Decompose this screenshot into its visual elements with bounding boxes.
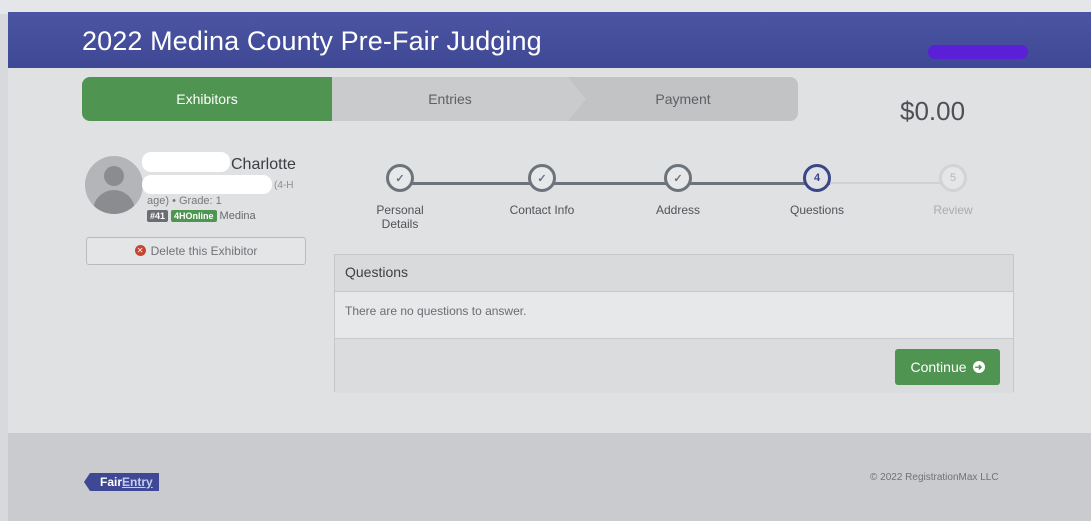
exhibitor-avatar <box>85 156 143 214</box>
copyright: © 2022 RegistrationMax LLC <box>870 472 999 483</box>
logo-fair-text: Fair <box>100 475 123 489</box>
wizard-step-contact-info[interactable]: ✓ Contact Info <box>502 164 582 217</box>
fairentry-logo[interactable]: FairEntry <box>84 473 159 491</box>
exhibitor-county: Medina <box>219 210 256 222</box>
arrow-right-circle-icon: ➜ <box>972 361 985 373</box>
wizard-step-number: 5 <box>939 164 967 192</box>
exhibitor-number-badge: #41 <box>147 210 169 222</box>
questions-panel-footer: Continue ➜ <box>335 339 1013 393</box>
redacted-last-name <box>142 152 230 172</box>
checkout-steps: Exhibitors Entries Payment <box>82 77 802 121</box>
exhibitor-grade: age) • Grade: 1 <box>147 195 222 207</box>
avatar-body <box>93 190 135 214</box>
wizard-step-label: Address <box>655 203 701 217</box>
check-icon: ✓ <box>386 164 414 192</box>
wizard-step-review: 5 Review <box>913 164 993 217</box>
delete-exhibitor-button[interactable]: ✕ Delete this Exhibitor <box>86 237 306 265</box>
source-badge: 4HOnline <box>171 210 217 222</box>
wizard-step-number: 4 <box>803 164 831 192</box>
wizard-step-label: Review <box>933 203 973 217</box>
wizard-progress-line <box>398 182 830 185</box>
delete-exhibitor-label: Delete this Exhibitor <box>150 244 258 258</box>
header: 2022 Medina County Pre-Fair Judging <box>8 12 1091 68</box>
page-title: 2022 Medina County Pre-Fair Judging <box>82 26 542 56</box>
exhibitor-age-hint: (4-H <box>274 180 294 191</box>
questions-panel-title: Questions <box>335 255 1013 292</box>
cart-total: $0.00 <box>900 96 966 126</box>
registration-wizard: ✓ Personal Details ✓ Contact Info ✓ Addr… <box>360 164 1000 231</box>
remove-circle-icon: ✕ <box>134 245 146 256</box>
check-icon: ✓ <box>528 164 556 192</box>
redacted-age <box>142 175 272 194</box>
exhibitor-name: Charlotte <box>231 156 296 173</box>
wizard-step-label: Questions <box>789 203 845 217</box>
avatar-head <box>104 166 124 186</box>
questions-empty-text: There are no questions to answer. <box>335 292 1013 339</box>
logo-entry-text: Entry <box>122 475 153 489</box>
questions-panel: Questions There are no questions to answ… <box>334 254 1014 393</box>
exhibitor-badges: #41 4HOnline Medina <box>147 210 256 222</box>
wizard-step-address[interactable]: ✓ Address <box>638 164 718 217</box>
redacted-user-menu[interactable] <box>928 45 1028 59</box>
wizard-step-questions[interactable]: 4 Questions <box>777 164 857 217</box>
continue-label: Continue <box>910 359 967 375</box>
wizard-step-personal-details[interactable]: ✓ Personal Details <box>360 164 440 231</box>
step-payment[interactable]: Payment <box>568 77 798 121</box>
step-exhibitors[interactable]: Exhibitors <box>82 77 352 121</box>
wizard-step-label: Contact Info <box>509 203 575 217</box>
step-entries[interactable]: Entries <box>332 77 586 121</box>
wizard-step-label: Personal Details <box>376 203 424 231</box>
continue-button[interactable]: Continue ➜ <box>895 349 1000 385</box>
check-icon: ✓ <box>664 164 692 192</box>
